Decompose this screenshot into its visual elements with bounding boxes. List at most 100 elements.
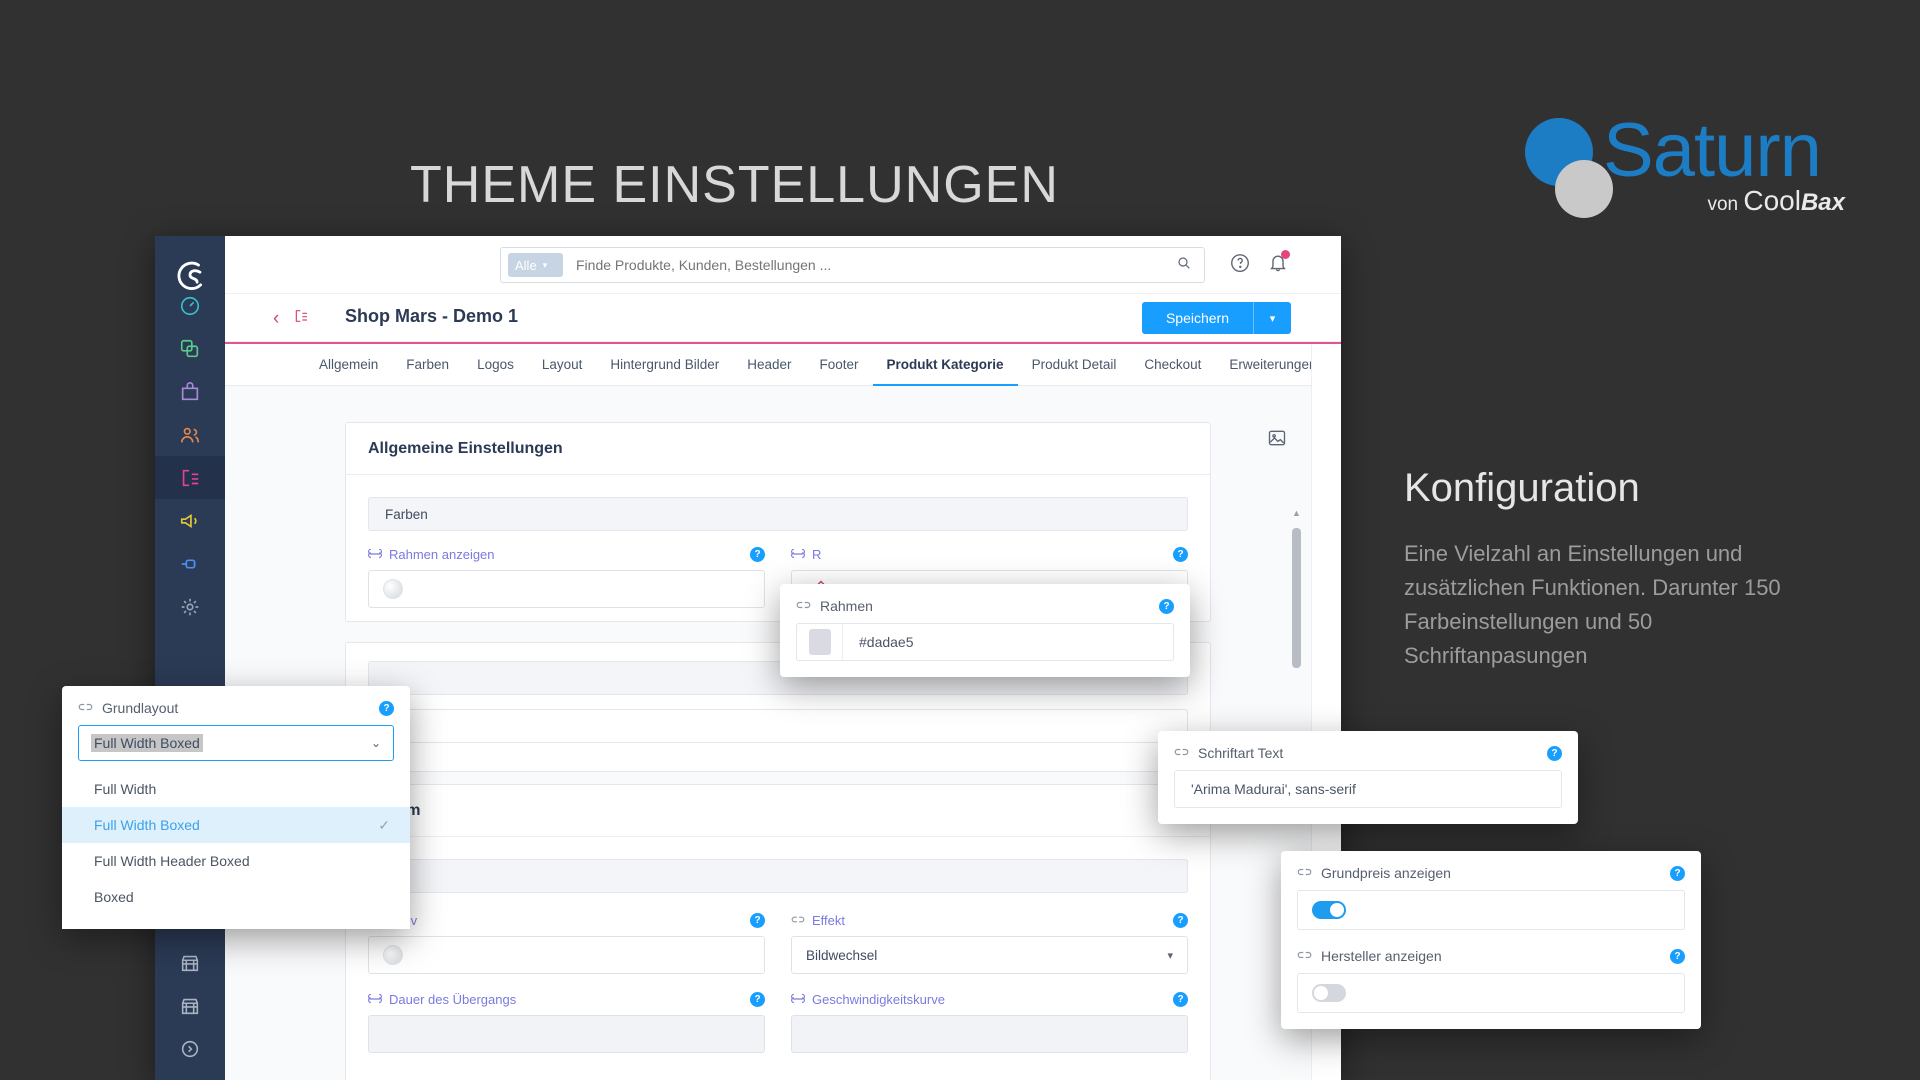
help-badge-icon[interactable]: ?: [1547, 745, 1562, 761]
inheritance-link-icon[interactable]: [368, 992, 382, 1007]
grundlayout-option-full-width[interactable]: Full Width: [62, 771, 410, 807]
tab-checkout[interactable]: Checkout: [1130, 344, 1215, 386]
help-badge-icon[interactable]: ?: [1173, 992, 1188, 1007]
sidebar-item-customers[interactable]: [155, 413, 225, 456]
option-label: Full Width Header Boxed: [94, 853, 250, 869]
back-chevron-icon[interactable]: ‹: [273, 308, 279, 330]
sidebar-item-catalogue[interactable]: [155, 327, 225, 370]
popup-produkt-anzeige-optionen: Grundpreis anzeigen ? Hersteller anzeige…: [1281, 851, 1701, 1029]
toggle-knob-icon: [1314, 986, 1328, 1000]
sidebar-item-settings[interactable]: [155, 585, 225, 628]
save-button[interactable]: Speichern: [1141, 302, 1253, 334]
help-badge-icon[interactable]: ?: [1159, 598, 1174, 614]
inheritance-broken-link-icon[interactable]: [1297, 865, 1312, 881]
grundpreis-toggle-field[interactable]: [1297, 890, 1685, 930]
sidebar-item-dashboard[interactable]: [155, 284, 225, 327]
check-icon: ✓: [378, 816, 390, 833]
field-label-text: Rahmen anzeigen: [389, 547, 495, 562]
grundpreis-toggle[interactable]: [1312, 901, 1346, 919]
popup-grundpreis-label: Grundpreis anzeigen: [1321, 865, 1451, 881]
toggle-knob-icon[interactable]: [383, 945, 403, 965]
help-badge-icon[interactable]: ?: [750, 547, 765, 562]
tab-produkt-detail[interactable]: Produkt Detail: [1018, 344, 1131, 386]
field-label-effekt: Effekt ?: [791, 913, 1188, 928]
sidebar-expand-icon[interactable]: [155, 1027, 225, 1070]
grundlayout-option-boxed[interactable]: Boxed: [62, 879, 410, 915]
section-collapsed-row-2[interactable]: [368, 709, 1188, 743]
card-zoom-title: / Zoom: [346, 785, 1210, 837]
grundlayout-select[interactable]: Full Width Boxed ⌄: [78, 725, 394, 761]
hersteller-toggle-field[interactable]: [1297, 973, 1685, 1013]
rahmen-anzeigen-toggle-box[interactable]: [368, 570, 765, 608]
help-badge-icon[interactable]: ?: [750, 913, 765, 928]
inheritance-link-icon[interactable]: [791, 992, 805, 1007]
inheritance-link-icon[interactable]: [791, 547, 805, 562]
option-label: Full Width: [94, 781, 157, 797]
tab-hintergrund-bilder[interactable]: Hintergrund Bilder: [596, 344, 733, 386]
field-label-dauer: Dauer des Übergangs ?: [368, 992, 765, 1007]
inheritance-broken-link-icon[interactable]: [796, 598, 811, 614]
tab-footer[interactable]: Footer: [806, 344, 873, 386]
hersteller-toggle[interactable]: [1312, 984, 1346, 1002]
tab-header[interactable]: Header: [733, 344, 805, 386]
field-label-aktiv: Aktiv ?: [368, 913, 765, 928]
sidebar-item-orders[interactable]: [155, 370, 225, 413]
dauer-input[interactable]: [368, 1015, 765, 1053]
popup-grundlayout-label: Grundlayout: [102, 700, 179, 716]
chevron-down-icon: ▾: [1167, 949, 1173, 962]
color-swatch-icon[interactable]: [808, 629, 831, 655]
color-swatch-wrapper[interactable]: [797, 624, 843, 660]
scroll-up-arrow-icon[interactable]: ▲: [1292, 508, 1301, 518]
tab-farben[interactable]: Farben: [392, 344, 463, 386]
save-dropdown-caret[interactable]: ▾: [1253, 302, 1291, 334]
logo-sub-von: von: [1707, 194, 1744, 215]
inheritance-broken-link-icon[interactable]: [791, 913, 805, 928]
global-search[interactable]: Alle ▾: [500, 247, 1205, 283]
field-effekt: Effekt ? Bildwechsel ▾: [791, 913, 1188, 974]
search-icon[interactable]: [1176, 255, 1192, 276]
logo-sub-cool: Cool: [1743, 185, 1801, 216]
section-zoom-collapsed[interactable]: [368, 859, 1188, 893]
tab-logos[interactable]: Logos: [463, 344, 528, 386]
inheritance-broken-link-icon[interactable]: [1297, 948, 1312, 964]
inheritance-broken-link-icon[interactable]: [78, 700, 93, 716]
scrollbar-thumb[interactable]: [1292, 528, 1301, 668]
schriftart-text-input[interactable]: 'Arima Madurai', sans-serif: [1174, 770, 1562, 808]
help-badge-icon[interactable]: ?: [1670, 948, 1685, 964]
sidebar-item-sales-channel-1[interactable]: [155, 941, 225, 984]
copy-heading: Konfiguration: [1404, 466, 1640, 510]
tab-produkt-kategorie[interactable]: Produkt Kategorie: [873, 344, 1018, 386]
inheritance-broken-link-icon[interactable]: [1174, 745, 1189, 761]
search-input[interactable]: [576, 257, 1176, 273]
sidebar-item-marketing[interactable]: [155, 499, 225, 542]
help-icon[interactable]: [1229, 252, 1251, 279]
theme-duplicate-icon[interactable]: [293, 308, 309, 329]
help-badge-icon[interactable]: ?: [1173, 547, 1188, 562]
sidebar-nav: [155, 284, 225, 628]
help-badge-icon[interactable]: ?: [1173, 913, 1188, 928]
field-geschwindigkeitskurve: Geschwindigkeitskurve ?: [791, 992, 1188, 1053]
rahmen-color-field[interactable]: #dadae5: [796, 623, 1174, 661]
aktiv-toggle-box[interactable]: [368, 936, 765, 974]
sidebar-item-content[interactable]: [155, 456, 225, 499]
search-scope-selector[interactable]: Alle ▾: [508, 253, 563, 277]
sidebar-item-sales-channel-2[interactable]: [155, 984, 225, 1027]
kurve-input[interactable]: [791, 1015, 1188, 1053]
help-badge-icon[interactable]: ?: [379, 700, 394, 716]
tab-allgemein[interactable]: Allgemein: [305, 344, 392, 386]
grundlayout-option-full-width-header-boxed[interactable]: Full Width Header Boxed: [62, 843, 410, 879]
admin-sidebar: [155, 236, 225, 1080]
grundlayout-option-full-width-boxed[interactable]: Full Width Boxed ✓: [62, 807, 410, 843]
inheritance-link-icon[interactable]: [368, 547, 382, 562]
effekt-select[interactable]: Bildwechsel ▾: [791, 936, 1188, 974]
sidebar-item-extensions[interactable]: [155, 542, 225, 585]
grundlayout-option-list: Full Width Full Width Boxed ✓ Full Width…: [62, 761, 410, 929]
help-badge-icon[interactable]: ?: [750, 992, 765, 1007]
section-farben[interactable]: Farben: [368, 497, 1188, 531]
tab-layout[interactable]: Layout: [528, 344, 597, 386]
copy-body: Eine Vielzahl an Einstellungen und zusät…: [1404, 541, 1781, 668]
toggle-knob-icon[interactable]: [383, 579, 403, 599]
media-image-icon[interactable]: [1267, 428, 1287, 453]
help-badge-icon[interactable]: ?: [1670, 865, 1685, 881]
popup-schriftart-label-row: Schriftart Text ?: [1174, 745, 1562, 761]
